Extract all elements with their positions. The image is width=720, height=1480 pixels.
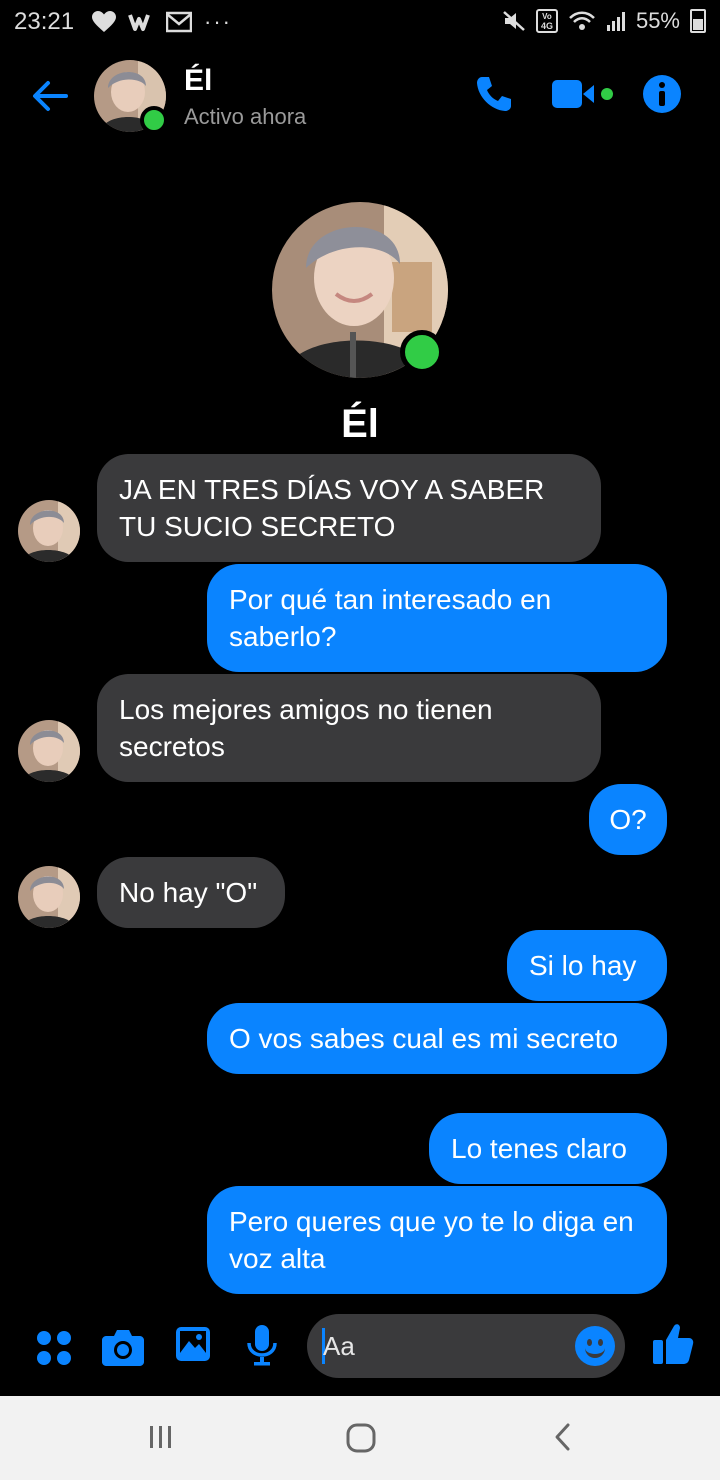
back-nav-icon[interactable] — [548, 1422, 578, 1452]
avatar[interactable] — [18, 866, 80, 928]
gallery-icon[interactable] — [175, 1326, 211, 1362]
message-sent[interactable]: O? — [589, 784, 667, 855]
message-sent[interactable]: Pero queres que yo te lo diga en voz alt… — [207, 1186, 667, 1294]
more-dots-icon: ··· — [204, 9, 232, 34]
mail-icon — [166, 11, 192, 33]
signal-icon — [606, 12, 625, 31]
wifi-icon — [569, 11, 595, 30]
message-sent[interactable]: O vos sabes cual es mi secreto — [207, 1003, 667, 1074]
message-text: Pero queres que yo te lo diga en voz alt… — [229, 1206, 634, 1274]
emoji-icon[interactable] — [575, 1326, 615, 1366]
status-bar: 23:21 ··· Vo 4G 55% — [0, 0, 720, 44]
w-icon — [128, 14, 150, 31]
back-arrow-icon[interactable] — [28, 74, 72, 118]
message-composer: Aa — [0, 1300, 720, 1396]
volte-icon: Vo4G — [535, 9, 558, 33]
svg-text:Vo: Vo — [542, 12, 552, 21]
message-text: No hay "O" — [119, 877, 258, 908]
svg-text:4G: 4G — [541, 21, 553, 31]
message-text: O? — [609, 804, 647, 835]
message-input-placeholder: Aa — [323, 1331, 355, 1361]
avatar[interactable] — [18, 720, 80, 782]
message-received[interactable]: No hay "O" — [97, 857, 285, 928]
message-text: Por qué tan interesado en saberlo? — [229, 584, 552, 652]
menu-dots-icon[interactable] — [36, 1330, 72, 1366]
message-text: O vos sabes cual es mi secreto — [229, 1023, 619, 1054]
mute-icon — [503, 11, 525, 31]
home-icon[interactable] — [345, 1422, 377, 1454]
info-icon[interactable] — [642, 74, 682, 114]
message-sent[interactable]: Por qué tan interesado en saberlo? — [207, 564, 667, 672]
avatar[interactable] — [18, 500, 80, 562]
message-sent[interactable]: Lo tenes claro — [429, 1113, 667, 1184]
phone-icon[interactable] — [474, 74, 514, 114]
heart-icon — [92, 11, 116, 32]
online-indicator — [140, 106, 168, 134]
message-text: JA EN TRES DÍAS VOY A SABER TU SUCIO SEC… — [119, 474, 545, 542]
video-icon[interactable] — [550, 78, 616, 112]
profile-name: Él — [341, 402, 379, 446]
chat-header: Él Activo ahora — [0, 52, 720, 142]
message-sent[interactable]: Si lo hay — [507, 930, 667, 1001]
active-status: Activo ahora — [184, 104, 307, 129]
message-text: Lo tenes claro — [451, 1133, 627, 1164]
message-received[interactable]: Los mejores amigos no tienen secretos — [97, 674, 601, 782]
message-received[interactable]: JA EN TRES DÍAS VOY A SABER TU SUCIO SEC… — [97, 454, 601, 562]
message-input[interactable]: Aa — [307, 1314, 625, 1378]
battery-icon — [690, 9, 706, 33]
thumbs-up-icon[interactable] — [652, 1322, 694, 1366]
contact-name[interactable]: Él — [184, 64, 212, 98]
battery-percent: 55% — [635, 8, 680, 33]
status-time: 23:21 — [14, 8, 75, 35]
message-text: Los mejores amigos no tienen secretos — [119, 694, 493, 762]
online-indicator-large — [400, 330, 444, 374]
recent-apps-icon[interactable] — [146, 1422, 176, 1452]
system-navigation-bar — [0, 1396, 720, 1480]
camera-icon[interactable] — [102, 1328, 144, 1366]
microphone-icon[interactable] — [246, 1324, 278, 1366]
message-text: Si lo hay — [529, 950, 637, 981]
